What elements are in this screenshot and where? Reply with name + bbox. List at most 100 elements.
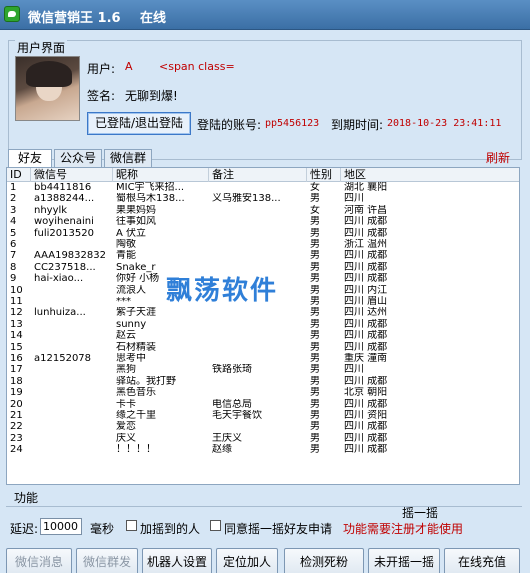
table-cell: A 伏立 <box>116 227 147 239</box>
table-cell: 庆义 <box>116 432 136 444</box>
online-recharge-button[interactable]: 在线充值 <box>444 548 520 573</box>
login-logout-button[interactable]: 已登陆/退出登陆 <box>87 112 191 135</box>
table-cell: 四川 成都 <box>344 444 388 456</box>
table-row[interactable]: 17 黑狗 铁路张琦 男 四川 <box>7 364 519 375</box>
table-cell: 往事如风 <box>116 216 156 228</box>
table-cell: 3 <box>10 204 17 216</box>
table-cell: fuli2013520 <box>34 227 94 239</box>
column-header-id[interactable]: ID <box>7 168 31 182</box>
table-cell: 卡卡 <box>116 398 136 410</box>
tab-wechat-groups[interactable]: 微信群 <box>104 149 152 167</box>
table-cell: 赵云 <box>116 330 136 342</box>
table-cell <box>31 342 113 353</box>
table-row[interactable]: 13 sunny 男 四川 成都 <box>7 319 519 330</box>
table-cell <box>209 353 307 364</box>
agree-shake-checkbox[interactable] <box>210 520 221 531</box>
table-row[interactable]: 6 陶敬 男 浙江 温州 <box>7 239 519 250</box>
table-cell: 男 <box>310 273 320 285</box>
tab-official-accounts[interactable]: 公众号 <box>54 149 102 167</box>
table-row[interactable]: 24 ！！！！ 赵缘 男 四川 成都 <box>7 444 519 455</box>
column-header-nickname[interactable]: 昵称 <box>113 168 209 182</box>
refresh-link[interactable]: 刷新 <box>486 149 510 166</box>
table-row[interactable]: 3 nhyylk 果果妈妈 女 河南 许昌 <box>7 205 519 216</box>
delay-label: 延迟: <box>10 522 39 536</box>
table-cell: ！！！！ <box>116 444 156 456</box>
table-cell: 12 <box>10 307 23 319</box>
locate-add-button[interactable]: 定位加人 <box>216 548 278 573</box>
table-cell: 22 <box>10 421 23 433</box>
table-cell: 男 <box>310 410 320 421</box>
table-cell <box>31 285 113 296</box>
table-cell: 男 <box>310 387 320 399</box>
table-cell: AAA19832832 <box>34 250 106 262</box>
table-cell: hai-xiao... <box>34 273 84 285</box>
table-cell: 浙江 温州 <box>344 239 388 250</box>
table-row[interactable]: 5 fuli2013520 A 伏立 男 四川 成都 <box>7 228 519 239</box>
table-cell: CC237518... <box>34 261 96 273</box>
table-cell <box>31 239 113 250</box>
user-panel-label: 用户界面 <box>15 39 68 56</box>
table-cell: 男 <box>310 227 320 239</box>
table-cell: 黑色音乐 <box>116 387 156 399</box>
shake-toggle-button[interactable]: 未开摇一摇 <box>368 548 440 573</box>
tab-friends[interactable]: 好友 <box>8 149 52 168</box>
column-header-remark[interactable]: 备注 <box>209 168 307 182</box>
table-cell <box>209 228 307 239</box>
table-cell: 四川 内江 <box>344 284 388 296</box>
table-cell: 男 <box>310 284 320 296</box>
table-header: ID 微信号 昵称 备注 性别 地区 <box>7 168 519 182</box>
table-cell: 思考中 <box>116 353 146 364</box>
table-cell: 四川 成都 <box>344 318 388 330</box>
detect-dead-fans-button[interactable]: 检测死粉 <box>284 548 364 573</box>
table-cell <box>31 364 113 375</box>
delay-input[interactable]: 10000 <box>40 518 82 535</box>
table-cell: 男 <box>310 341 320 353</box>
robot-settings-button[interactable]: 机器人设置 <box>142 548 212 573</box>
table-row[interactable]: 12 lunhuiza... 紫子天涯 男 四川 达州 <box>7 307 519 318</box>
table-cell: 驿站。我打野 <box>116 375 176 387</box>
wechat-message-button[interactable]: 微信消息 <box>6 548 72 573</box>
table-row[interactable]: 23 庆义 王庆义 男 四川 成都 <box>7 433 519 444</box>
table-cell: 四川 成都 <box>344 432 388 444</box>
add-shaken-checkbox[interactable] <box>126 520 137 531</box>
table-row[interactable]: 19 黑色音乐 男 北京 朝阳 <box>7 387 519 398</box>
column-header-wechat-id[interactable]: 微信号 <box>31 168 113 182</box>
table-row[interactable]: 22 爱恋 男 四川 成都 <box>7 421 519 432</box>
registration-required-notice: 功能需要注册才能使用 <box>343 522 464 536</box>
table-cell: 义乌雅安138... <box>212 193 281 205</box>
table-row[interactable]: 20 卡卡 电信总局 男 四川 成都 <box>7 399 519 410</box>
table-row[interactable]: 2 a1388244... 蜀根乌木138... 义乌雅安138... 男 四川 <box>7 193 519 204</box>
table-cell: 四川 成都 <box>344 227 388 239</box>
wechat-app-icon <box>4 6 20 22</box>
table-cell: 赵缘 <box>212 444 232 456</box>
wechat-broadcast-button[interactable]: 微信群发 <box>76 548 138 573</box>
table-cell: 紫子天涯 <box>116 307 156 319</box>
table-row[interactable]: 4 woyihenaini 往事如风 男 四川 成都 <box>7 216 519 227</box>
table-row[interactable]: 16 a12152078 思考中 男 重庆 潼南 <box>7 353 519 364</box>
table-cell: 电信总局 <box>212 398 252 410</box>
column-header-gender[interactable]: 性别 <box>307 168 341 182</box>
ms-label: 毫秒 <box>90 522 115 536</box>
user-avatar <box>15 56 80 121</box>
table-row[interactable]: 1 bb4411816 MIC宇飞来招... 女 湖北 襄阳 <box>7 182 519 193</box>
table-cell: 四川 <box>344 193 364 205</box>
table-cell <box>31 410 113 421</box>
table-row[interactable]: 7 AAA19832832 青能 男 四川 成都 <box>7 250 519 261</box>
table-cell: 男 <box>310 444 320 456</box>
table-cell: 四川 成都 <box>344 341 388 353</box>
table-cell <box>31 399 113 410</box>
table-cell: 男 <box>310 353 320 364</box>
table-row[interactable]: 14 赵云 男 四川 成都 <box>7 330 519 341</box>
table-cell: 四川 成都 <box>344 375 388 387</box>
table-row[interactable]: 15 石材精装 男 四川 成都 <box>7 342 519 353</box>
signature-value: 无聊到爆! <box>125 89 178 103</box>
table-cell: 24 <box>10 444 23 456</box>
expiry-value: 2018-10-23 23:41:11 <box>387 118 502 129</box>
table-row[interactable]: 18 驿站。我打野 男 四川 成都 <box>7 376 519 387</box>
main-window: 用户界面 用户: A <span class= 签名: 无聊到爆! 已登陆/退出… <box>0 30 530 573</box>
column-header-region[interactable]: 地区 <box>341 168 519 182</box>
table-row[interactable]: 21 缘之千里 毛天宇餐饮 男 四川 资阳 <box>7 410 519 421</box>
friends-table[interactable]: ID 微信号 昵称 备注 性别 地区 1 bb4411816 MIC宇飞来招... 女… <box>6 167 520 485</box>
title-bar: 微信营销王 1.6 在线 <box>0 0 530 30</box>
table-cell: woyihenaini <box>34 216 94 228</box>
